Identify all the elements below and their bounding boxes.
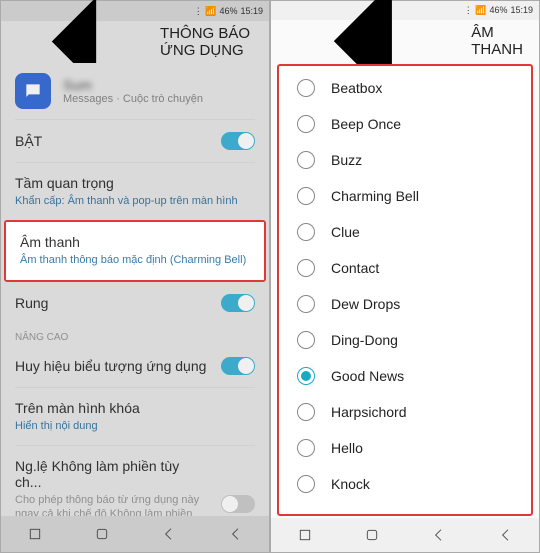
sound-label: Ding-Dong — [331, 332, 398, 348]
sound-item[interactable]: Knock — [279, 466, 531, 502]
radio-icon[interactable] — [297, 259, 315, 277]
advanced-header: NÂNG CAO — [1, 324, 269, 345]
sound-item[interactable]: Beatbox — [279, 70, 531, 106]
sound-label: Contact — [331, 260, 379, 276]
radio-icon[interactable] — [297, 223, 315, 241]
vibrate-toggle[interactable] — [221, 294, 255, 312]
back-nav-icon[interactable] — [161, 526, 177, 542]
badge-row[interactable]: Huy hiệu biểu tượng ứng dụng — [1, 345, 269, 387]
sound-list: Beatbox Beep Once Buzz Charming Bell Clue Con… — [277, 64, 533, 516]
sound-label: Dew Drops — [331, 296, 400, 312]
badge-label: Huy hiệu biểu tượng ứng dụng — [15, 358, 206, 374]
sound-item[interactable]: Hello — [279, 430, 531, 466]
dnd-title: Ng.lệ Không làm phiền tùy ch... — [15, 458, 205, 490]
sound-label: Buzz — [331, 152, 362, 168]
sound-item[interactable]: Clue — [279, 214, 531, 250]
sound-item[interactable]: Beep Once — [279, 106, 531, 142]
radio-icon[interactable] — [297, 475, 315, 493]
sound-label: Good News — [331, 368, 404, 384]
sound-item[interactable]: Buzz — [279, 142, 531, 178]
nav-bar — [1, 516, 269, 552]
dnd-sub: Cho phép thông báo từ ứng dụng này ngay … — [15, 493, 205, 516]
page-title: ÂM THANH — [471, 24, 527, 58]
toggle-on-row[interactable]: BẬT — [1, 120, 269, 162]
importance-sub: Khẩn cấp: Âm thanh và pop-up trên màn hì… — [15, 194, 238, 208]
radio-icon[interactable] — [297, 187, 315, 205]
header: ÂM THANH — [271, 20, 539, 62]
sound-item[interactable]: Ding-Dong — [279, 322, 531, 358]
on-toggle[interactable] — [221, 132, 255, 150]
recents-icon[interactable] — [27, 526, 43, 542]
lock-sub: Hiển thị nội dung — [15, 419, 140, 433]
sound-label: Beatbox — [331, 80, 382, 96]
sound-row[interactable]: Âm thanh Âm thanh thông báo mặc định (Ch… — [6, 222, 264, 279]
home-icon[interactable] — [94, 526, 110, 542]
app-name: Sum — [63, 77, 255, 93]
sound-sub: Âm thanh thông báo mặc định (Charming Be… — [20, 253, 246, 267]
radio-icon[interactable] — [297, 295, 315, 313]
menu-nav-icon[interactable] — [228, 526, 244, 542]
importance-row[interactable]: Tầm quan trọng Khẩn cấp: Âm thanh và pop… — [1, 163, 269, 220]
vibrate-row[interactable]: Rung — [1, 282, 269, 324]
sound-label: Charming Bell — [331, 188, 419, 204]
radio-icon[interactable] — [297, 331, 315, 349]
app-sub: Messages · Cuộc trò chuyện — [63, 93, 255, 105]
dnd-toggle[interactable] — [221, 495, 255, 513]
sound-item[interactable]: Contact — [279, 250, 531, 286]
menu-nav-icon[interactable] — [498, 527, 514, 543]
radio-icon[interactable] — [297, 403, 315, 421]
sound-label: Harpsichord — [331, 404, 406, 420]
radio-icon[interactable] — [297, 115, 315, 133]
sound-label: Knock — [331, 476, 370, 492]
messages-icon — [15, 73, 51, 109]
importance-title: Tầm quan trọng — [15, 175, 238, 191]
back-nav-icon[interactable] — [431, 527, 447, 543]
sound-label: Clue — [331, 224, 360, 240]
sound-item[interactable]: Dew Drops — [279, 286, 531, 322]
radio-icon[interactable] — [297, 439, 315, 457]
dnd-row[interactable]: Ng.lệ Không làm phiền tùy ch... Cho phép… — [1, 446, 269, 516]
sound-item[interactable]: Harpsichord — [279, 394, 531, 430]
app-row: Sum Messages · Cuộc trò chuyện — [1, 63, 269, 119]
header: THÔNG BÁO ỨNG DỤNG — [1, 21, 269, 63]
sound-item[interactable]: Good News — [279, 358, 531, 394]
page-title: THÔNG BÁO ỨNG DỤNG — [160, 25, 257, 59]
nav-bar — [271, 518, 539, 552]
radio-icon[interactable] — [297, 79, 315, 97]
on-label: BẬT — [15, 133, 42, 149]
recents-icon[interactable] — [297, 527, 313, 543]
lock-title: Trên màn hình khóa — [15, 400, 140, 416]
radio-icon[interactable] — [297, 151, 315, 169]
sound-item[interactable]: Charming Bell — [279, 178, 531, 214]
lockscreen-row[interactable]: Trên màn hình khóa Hiển thị nội dung — [1, 388, 269, 445]
vibrate-label: Rung — [15, 295, 48, 311]
sound-title: Âm thanh — [20, 234, 246, 250]
sound-label: Beep Once — [331, 116, 401, 132]
radio-icon[interactable] — [297, 367, 315, 385]
home-icon[interactable] — [364, 527, 380, 543]
sound-label: Hello — [331, 440, 363, 456]
badge-toggle[interactable] — [221, 357, 255, 375]
